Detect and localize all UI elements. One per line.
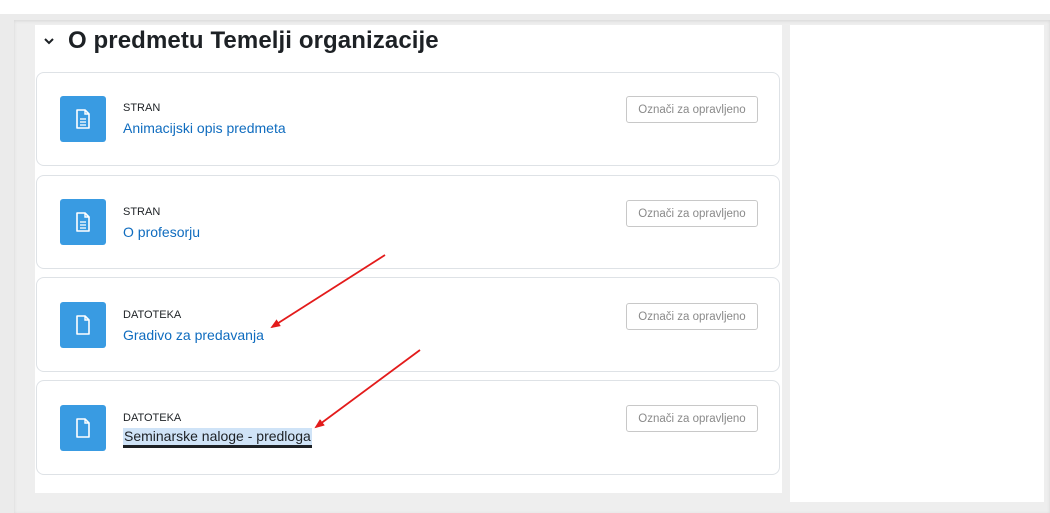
activity-card: STRAN Animacijski opis predmeta Označi z… <box>36 72 780 166</box>
activity-type-label: STRAN <box>123 206 161 218</box>
activity-type-label: DATOTEKA <box>123 309 182 321</box>
section-title: O predmetu Temelji organizacije <box>68 27 439 54</box>
page-icon[interactable] <box>60 199 106 245</box>
activity-type-label: DATOTEKA <box>123 412 182 424</box>
page-icon[interactable] <box>60 96 106 142</box>
activity-link-o-profesorju[interactable]: O profesorju <box>123 224 200 240</box>
activity-type-label: STRAN <box>123 102 161 114</box>
right-drawer-region <box>790 25 1044 502</box>
activity-link-animacijski-opis[interactable]: Animacijski opis predmeta <box>123 120 286 136</box>
section-header[interactable]: O predmetu Temelji organizacije <box>44 26 439 56</box>
mark-done-button[interactable]: Označi za opravljeno <box>626 96 758 123</box>
chevron-down-icon[interactable] <box>44 36 54 46</box>
file-icon[interactable] <box>60 302 106 348</box>
mark-done-button[interactable]: Označi za opravljeno <box>626 200 758 227</box>
activity-link-gradivo[interactable]: Gradivo za predavanja <box>123 327 264 343</box>
file-icon[interactable] <box>60 405 106 451</box>
activity-card: STRAN O profesorju Označi za opravljeno <box>36 175 780 269</box>
activity-card: DATOTEKA Seminarske naloge - predloga Oz… <box>36 380 780 475</box>
mark-done-button[interactable]: Označi za opravljeno <box>626 405 758 432</box>
mark-done-button[interactable]: Označi za opravljeno <box>626 303 758 330</box>
activity-link-seminarske-naloge[interactable]: Seminarske naloge - predloga <box>123 428 312 448</box>
activity-card: DATOTEKA Gradivo za predavanja Označi za… <box>36 277 780 372</box>
